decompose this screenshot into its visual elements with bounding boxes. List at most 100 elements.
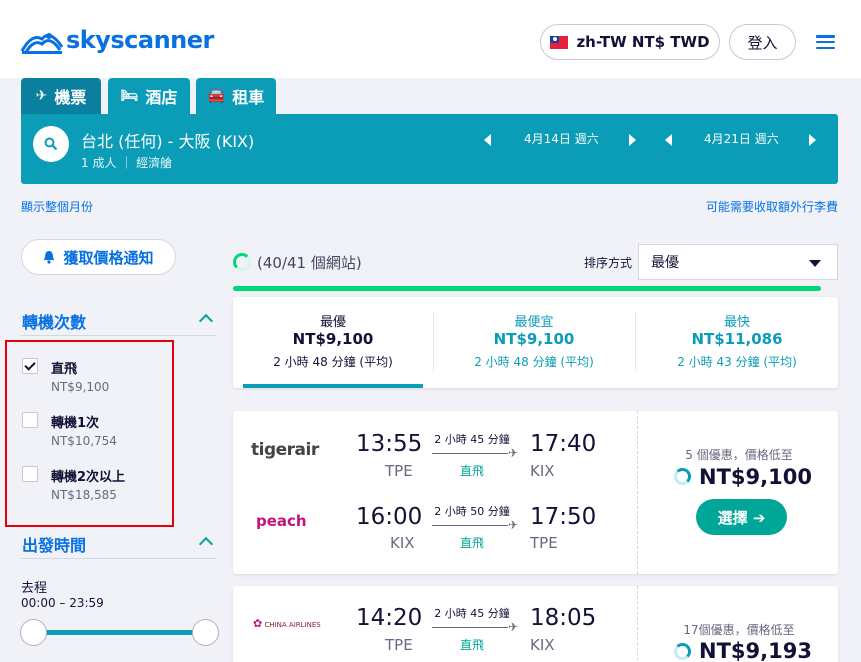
sort-tab-duration: 2 小時 43 分鐘 (平均): [677, 355, 797, 369]
show-whole-month-link[interactable]: 顯示整個月份: [21, 198, 93, 215]
tab-car-hire[interactable]: 🚘 租車: [196, 78, 276, 114]
depart-prev-arrow-icon[interactable]: [484, 134, 491, 146]
departure-time-section-title[interactable]: 出發時間: [22, 532, 86, 556]
hamburger-menu-icon[interactable]: [816, 35, 835, 50]
sort-tab-price: NT$11,086: [691, 330, 783, 348]
departure-time: 13:55: [356, 431, 423, 457]
search-button[interactable]: [33, 126, 69, 162]
sites-count-text: (40/41 個網站): [257, 254, 362, 272]
return-next-arrow-icon[interactable]: [809, 134, 816, 146]
departure-time: 16:00: [356, 504, 423, 530]
stops-direct-checkbox[interactable]: [22, 358, 38, 374]
locale-label: zh-TW NT$ TWD: [576, 33, 710, 51]
slider-min-handle[interactable]: [20, 619, 47, 646]
price-alert-button[interactable]: 獲取價格通知: [21, 239, 176, 275]
tab-label: 酒店: [145, 88, 178, 107]
sort-tab-fastest[interactable]: 最快 NT$11,086 2 小時 43 分鐘 (平均): [636, 297, 838, 388]
plum-blossom-icon: ✿: [253, 617, 263, 630]
deals-count: 5 個優惠，價格低至: [685, 448, 793, 462]
outbound-time-range: 00:00 – 23:59: [21, 596, 104, 610]
arrival-airport: KIX: [530, 636, 555, 654]
sort-tab-title: 最便宜: [514, 315, 554, 330]
passenger-cabin-text: 1 成人 ｜ 經濟艙: [81, 156, 173, 170]
skyscanner-logo[interactable]: skyscanner: [20, 22, 214, 58]
plane-icon: ✈: [508, 446, 519, 460]
stop-option-price: NT$18,585: [51, 488, 117, 502]
tab-label: 租車: [232, 88, 265, 107]
departure-airport: TPE: [385, 462, 413, 480]
chevron-up-icon[interactable]: [198, 313, 214, 329]
divider: [637, 411, 638, 574]
taiwan-flag-icon: [550, 35, 569, 49]
tab-hotels[interactable]: 🛏 酒店: [108, 78, 190, 114]
stops-two-plus-checkbox[interactable]: [22, 466, 38, 482]
sort-tab-price: NT$9,100: [292, 330, 374, 348]
divider: [21, 558, 216, 559]
brand-name: skyscanner: [66, 26, 214, 54]
route-text: 台北 (任何) - 大阪 (KIX): [81, 132, 255, 151]
loading-spinner-icon: [674, 643, 691, 660]
price-alert-label: 獲取價格通知: [63, 248, 154, 267]
sort-tab-cheapest[interactable]: 最便宜 NT$9,100 2 小時 48 分鐘 (平均): [434, 297, 634, 388]
departure-airport: KIX: [390, 534, 415, 552]
stops-section-title[interactable]: 轉機次數: [22, 309, 86, 333]
stop-option-label: 轉機2次以上: [51, 470, 126, 485]
return-date[interactable]: 4月21日 週六: [704, 130, 779, 147]
route-line: [432, 627, 508, 628]
sort-tab-duration: 2 小時 48 分鐘 (平均): [273, 355, 393, 369]
tab-label: 機票: [54, 88, 87, 107]
baggage-fee-link[interactable]: 可能需要收取額外行李費: [706, 198, 838, 215]
airline-name: peach: [256, 512, 307, 530]
slider-max-handle[interactable]: [192, 619, 219, 646]
outbound-label: 去程: [21, 581, 48, 596]
chevron-up-icon[interactable]: [198, 536, 214, 552]
sort-selected-value: 最優: [651, 255, 679, 271]
tigerair-logo: tigerair: [251, 440, 319, 460]
sort-label: 排序方式: [584, 256, 633, 270]
flight-duration: 2 小時 45 分鐘: [434, 607, 510, 620]
stop-option-label: 轉機1次: [51, 416, 100, 431]
time-slider-track[interactable]: [34, 630, 206, 635]
loading-spinner-icon: [674, 468, 691, 485]
cloud-logo-icon: [20, 33, 64, 54]
plane-icon: ✈: [508, 518, 519, 532]
deals-count: 17個優惠，價格低至: [683, 623, 795, 637]
locale-currency-button[interactable]: zh-TW NT$ TWD: [540, 24, 720, 60]
tab-flights[interactable]: ✈ 機票: [21, 78, 101, 114]
result-card[interactable]: ✿ CHINA AIRLINES 14:20 TPE 2 小時 45 分鐘 ✈ …: [233, 586, 838, 662]
stop-option-price: NT$9,100: [51, 380, 110, 394]
select-button[interactable]: 選擇 ➔: [696, 499, 787, 535]
sort-tab-price: NT$9,100: [493, 330, 575, 348]
login-button[interactable]: 登入: [729, 24, 796, 60]
sort-tabs: 最優 NT$9,100 2 小時 48 分鐘 (平均) 最便宜 NT$9,100…: [233, 297, 838, 388]
sort-tab-duration: 2 小時 48 分鐘 (平均): [474, 355, 594, 369]
departure-airport: TPE: [385, 636, 413, 654]
china-airlines-logo: ✿ CHINA AIRLINES: [253, 617, 321, 630]
stop-option-label: 直飛: [51, 362, 78, 377]
sort-tab-title: 最快: [723, 315, 750, 330]
direct-label: 直飛: [459, 536, 484, 550]
depart-next-arrow-icon[interactable]: [629, 134, 636, 146]
airline-name: CHINA AIRLINES: [264, 621, 321, 629]
price: NT$9,100: [699, 465, 812, 489]
arrival-time: 17:40: [530, 431, 597, 457]
price: NT$9,193: [699, 639, 812, 662]
sort-select[interactable]: 最優: [638, 244, 838, 280]
stops-one-checkbox[interactable]: [22, 412, 38, 428]
top-bar: skyscanner zh-TW NT$ TWD 登入: [0, 0, 861, 78]
route-line: [432, 453, 508, 454]
flight-duration: 2 小時 45 分鐘: [434, 433, 510, 446]
result-card[interactable]: tigerair 13:55 TPE 2 小時 45 分鐘 ✈ 直飛 17:40…: [233, 411, 838, 574]
direct-label: 直飛: [459, 464, 484, 478]
sort-tab-title: 最優: [319, 315, 346, 330]
car-icon: 🚘: [207, 88, 226, 104]
sort-tab-best[interactable]: 最優 NT$9,100 2 小時 48 分鐘 (平均): [233, 297, 433, 388]
flight-duration: 2 小時 50 分鐘: [434, 505, 510, 518]
plane-icon: ✈: [508, 620, 519, 634]
divider: [637, 586, 638, 662]
search-summary-bar[interactable]: 台北 (任何) - 大阪 (KIX) 1 成人 ｜ 經濟艙 4月14日 週六 4…: [21, 114, 838, 184]
return-prev-arrow-icon[interactable]: [665, 134, 672, 146]
loading-progress-icon: [233, 253, 251, 271]
stop-option-price: NT$10,754: [51, 434, 117, 448]
depart-date[interactable]: 4月14日 週六: [524, 130, 599, 147]
